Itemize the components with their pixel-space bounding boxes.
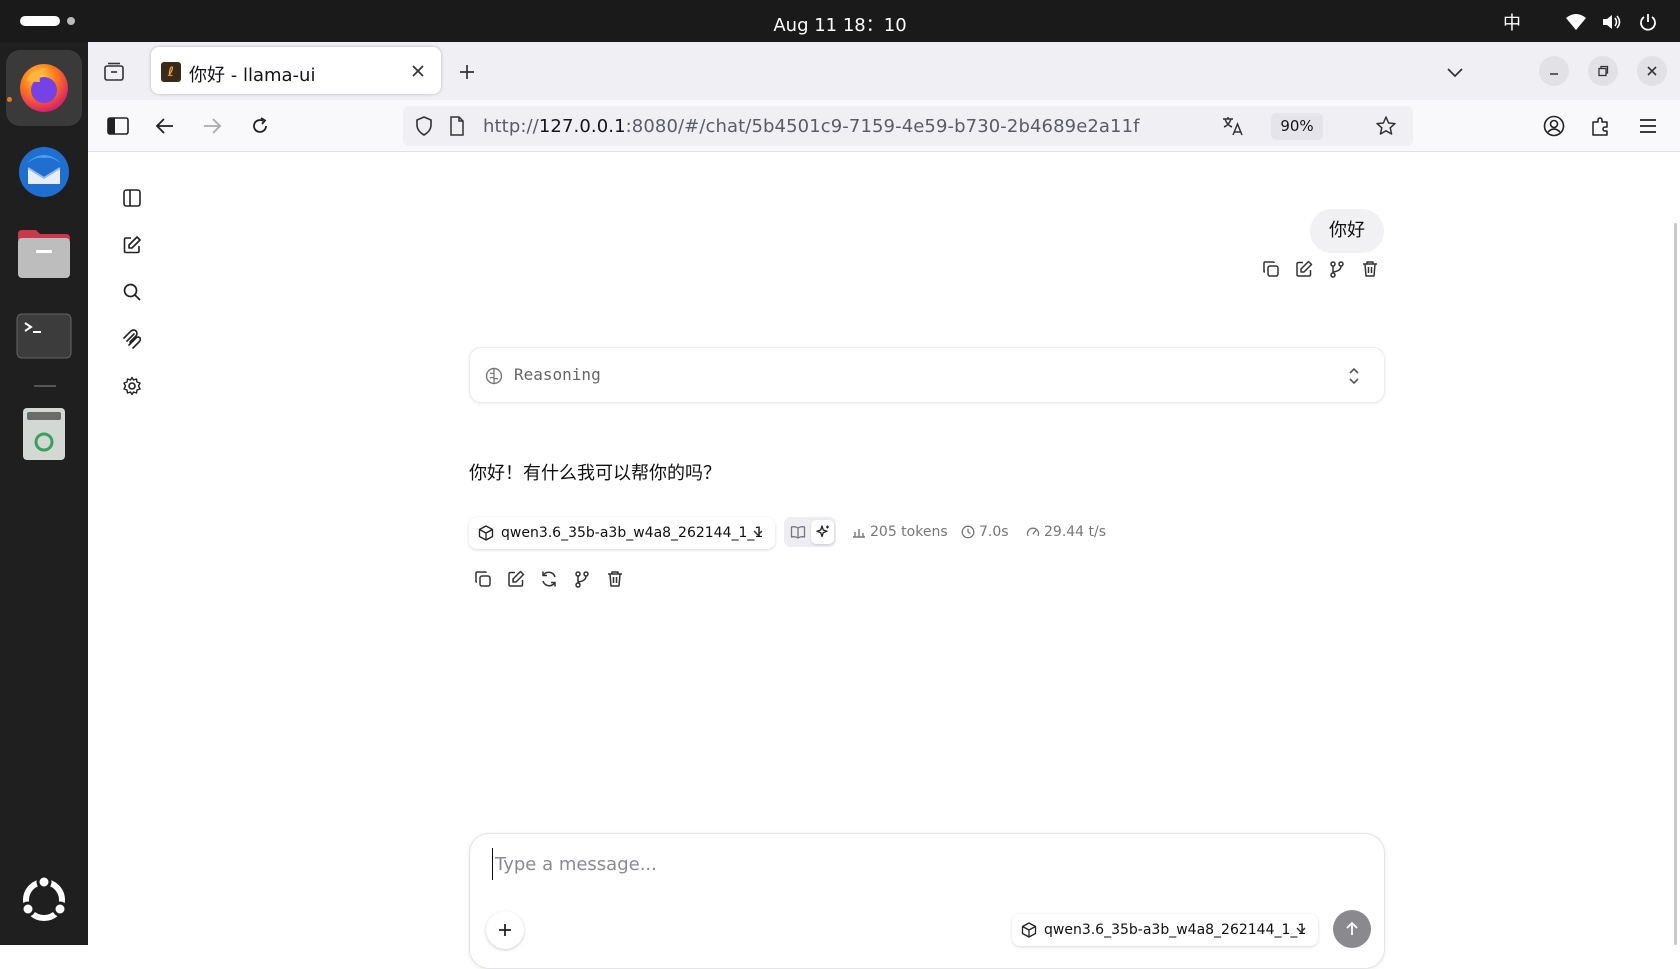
volume-icon[interactable]: [1600, 10, 1624, 34]
tab-close-icon[interactable]: [407, 60, 429, 82]
dock-trash[interactable]: [6, 396, 82, 472]
llama-favicon-icon: ℓ: [161, 62, 181, 82]
book-open-icon[interactable]: [786, 520, 809, 544]
translate-icon[interactable]: [1220, 114, 1246, 138]
search-icon[interactable]: [120, 280, 144, 304]
input-method-indicator[interactable]: 中: [1500, 10, 1524, 34]
token-icon: [853, 529, 865, 538]
minimize-window-icon[interactable]: [1539, 56, 1569, 86]
running-indicator: [7, 97, 12, 102]
clock[interactable]: Aug 11 18：10: [0, 11, 1680, 37]
dock-thunderbird[interactable]: [6, 134, 82, 210]
package-cube-icon: [478, 525, 494, 541]
assistant-message-actions: [473, 569, 625, 589]
menu-hamburger-icon[interactable]: [1636, 114, 1660, 138]
speed-stat: 29.44 t/s: [1026, 524, 1106, 540]
delete-trash-icon[interactable]: [1360, 259, 1380, 279]
terminal-icon: [16, 313, 72, 359]
arrow-up-icon: [1346, 921, 1358, 935]
token-count: 205 tokens: [870, 524, 948, 540]
dock-firefox[interactable]: [6, 50, 82, 126]
reasoning-collapsible[interactable]: Reasoning: [469, 347, 1385, 403]
wifi-icon[interactable]: [1564, 10, 1588, 34]
reload-icon[interactable]: [248, 114, 272, 138]
new-tab-icon[interactable]: [454, 59, 480, 85]
folder-icon: [18, 230, 70, 278]
send-button[interactable]: [1333, 910, 1371, 948]
dock-terminal[interactable]: [6, 298, 82, 374]
chevron-down-icon: [751, 527, 765, 539]
tab-overview-icon[interactable]: [102, 60, 126, 84]
back-arrow-icon[interactable]: [153, 114, 177, 138]
extensions-puzzle-icon[interactable]: [1589, 114, 1613, 138]
generation-time-stat: 7.0s: [961, 524, 1009, 540]
message-input[interactable]: [492, 848, 1352, 880]
ubuntu-logo-icon: [20, 875, 68, 921]
copy-icon[interactable]: [473, 569, 493, 589]
model-name: qwen3.6_35b-a3b_w4a8_262144_1_1: [501, 525, 764, 541]
shield-icon[interactable]: [413, 115, 435, 137]
url-bar[interactable]: http://127.0.0.1:8080/#/chat/5b4501c9-71…: [403, 106, 1413, 146]
power-icon[interactable]: [1636, 10, 1660, 34]
plus-icon: [499, 924, 511, 936]
edit-icon[interactable]: [506, 569, 526, 589]
bookmark-star-icon[interactable]: [1374, 114, 1398, 138]
branch-icon[interactable]: [572, 569, 592, 589]
branch-icon[interactable]: [1327, 259, 1347, 279]
clock-icon: [961, 525, 975, 539]
settings-gear-icon[interactable]: [120, 374, 144, 398]
page-scrollbar[interactable]: [1674, 223, 1677, 945]
chevrons-up-down-icon[interactable]: [1344, 365, 1364, 387]
composer-model-name: qwen3.6_35b-a3b_w4a8_262144_1_1: [1044, 922, 1307, 938]
new-chat-icon[interactable]: [120, 233, 144, 257]
message-composer: qwen3.6_35b-a3b_w4a8_262144_1_1: [469, 833, 1385, 969]
toggle-sidebar-icon[interactable]: [120, 186, 144, 210]
token-count-stat: 205 tokens: [852, 524, 948, 540]
tab-title: 你好 - llama-ui: [189, 65, 316, 86]
llama-ui-page: 你好 Reasoning 你好！有什么我可以帮你的吗？ qwen3.6_35b-…: [88, 153, 1680, 969]
dock-files[interactable]: [6, 216, 82, 292]
system-top-bar: Aug 11 18：10 中: [0, 0, 1680, 42]
generation-time: 7.0s: [979, 524, 1009, 540]
package-cube-icon: [1021, 922, 1037, 938]
dock-show-apps[interactable]: [6, 862, 82, 938]
add-attachment-button[interactable]: [486, 911, 524, 949]
tab-strip: ℓ 你好 - llama-ui: [88, 42, 1680, 100]
user-message-actions: [1261, 259, 1380, 279]
regenerate-icon[interactable]: [539, 569, 559, 589]
dock-separator: [34, 385, 56, 387]
url-text[interactable]: http://127.0.0.1:8080/#/chat/5b4501c9-71…: [483, 116, 1140, 137]
view-mode-toggle: [784, 517, 836, 547]
restore-window-icon[interactable]: [1588, 56, 1618, 86]
sidebar-toggle-icon[interactable]: [106, 114, 130, 138]
page-info-icon[interactable]: [446, 115, 468, 137]
edit-icon[interactable]: [1294, 259, 1314, 279]
sparkles-icon[interactable]: [811, 520, 834, 544]
copy-icon[interactable]: [1261, 259, 1281, 279]
thunderbird-icon: [19, 147, 69, 197]
account-icon[interactable]: [1542, 114, 1566, 138]
firefox-icon: [20, 64, 68, 112]
brain-icon: [484, 366, 504, 386]
assistant-message-text: 你好！有什么我可以帮你的吗？: [469, 463, 721, 484]
browser-window: ℓ 你好 - llama-ui http://127.0.0.1:8080/#/…: [88, 42, 1680, 969]
list-tabs-chevron-down-icon[interactable]: [1442, 59, 1468, 85]
zoom-level-indicator[interactable]: 90%: [1271, 113, 1323, 140]
forward-arrow-icon[interactable]: [200, 114, 224, 138]
tab-active[interactable]: ℓ 你好 - llama-ui: [151, 47, 441, 94]
close-window-icon[interactable]: [1637, 56, 1667, 86]
chevron-down-icon: [1294, 924, 1308, 936]
navigation-toolbar: http://127.0.0.1:8080/#/chat/5b4501c9-71…: [88, 100, 1680, 152]
trash-icon: [23, 408, 65, 460]
composer-model-selector[interactable]: qwen3.6_35b-a3b_w4a8_262144_1_1: [1012, 914, 1318, 946]
delete-trash-icon[interactable]: [605, 569, 625, 589]
dock: [0, 42, 88, 945]
tokens-per-second: 29.44 t/s: [1044, 524, 1107, 540]
user-message-bubble: 你好: [1310, 209, 1384, 253]
gauge-icon: [1026, 527, 1040, 537]
model-selector[interactable]: qwen3.6_35b-a3b_w4a8_262144_1_1: [469, 517, 775, 549]
reasoning-label: Reasoning: [514, 365, 601, 384]
mcp-servers-icon[interactable]: [120, 327, 144, 351]
